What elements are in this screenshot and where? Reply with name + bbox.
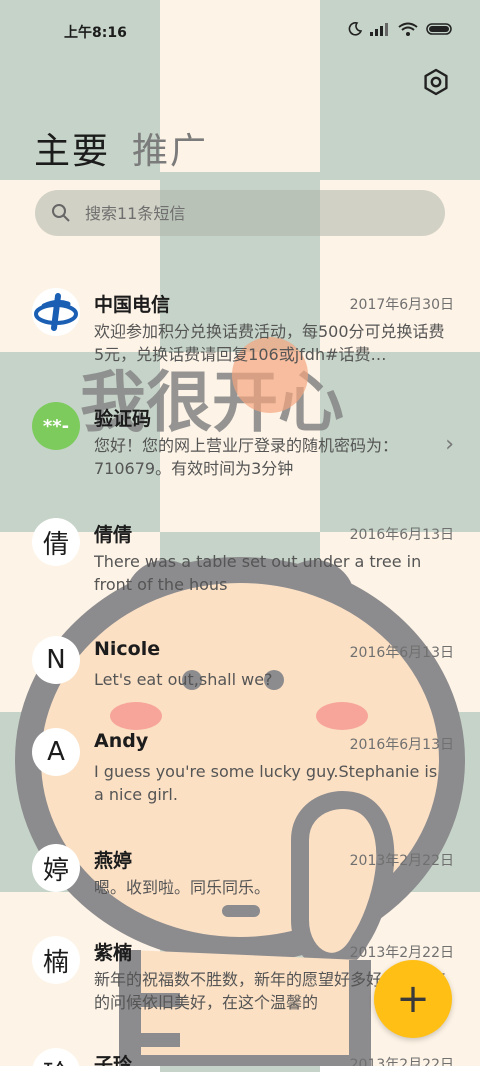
avatar: N: [32, 636, 80, 684]
message-preview: I guess you're some lucky guy.Stephanie …: [94, 762, 438, 804]
message-date: 2016年6月13日: [349, 737, 454, 753]
do-not-disturb-moon-icon: [348, 22, 362, 36]
china-telecom-logo-icon: [32, 288, 80, 336]
plus-icon: +: [396, 976, 430, 1022]
conversation-row[interactable]: A Andy 2016年6月13日 I guess you're some lu…: [0, 726, 480, 836]
contact-name: 燕婷: [94, 850, 133, 872]
avatar: 倩: [32, 518, 80, 566]
avatar: [32, 288, 80, 336]
message-date: 2013年2月22日: [349, 853, 454, 869]
message-date: 2017年6月30日: [349, 297, 454, 313]
conversation-row[interactable]: 倩 倩倩 2016年6月13日 There was a table set ou…: [0, 516, 480, 626]
search-icon: [52, 204, 70, 222]
tab-promotions[interactable]: 推广: [132, 122, 208, 174]
message-preview: 欢迎参加积分兑换话费活动，每500分可兑换话费5元，兑换话费请回复106或jfd…: [94, 322, 445, 364]
message-tabs: 主要 推广: [34, 122, 208, 174]
conversation-row[interactable]: **- 验证码 › 您好！您的网上营业厅登录的随机密码为：710679。有效时间…: [0, 400, 480, 510]
avatar: 婷: [32, 844, 80, 892]
message-date: 2013年2月22日: [349, 945, 454, 961]
search-bar[interactable]: [35, 190, 445, 236]
avatar: 楠: [32, 936, 80, 984]
message-preview: There was a table set out under a tree i…: [94, 552, 422, 594]
avatar: 玲: [32, 1048, 80, 1066]
contact-name: 中国电信: [94, 294, 171, 316]
conversation-row[interactable]: 中国电信 2017年6月30日 欢迎参加积分兑换话费活动，每500分可兑换话费5…: [0, 286, 480, 396]
contact-name: 倩倩: [94, 524, 133, 546]
contact-name: 紫楠: [94, 942, 133, 964]
signal-icon: [370, 23, 388, 36]
message-preview: 嗯。收到啦。同乐同乐。: [94, 878, 271, 897]
status-bar: 上午8:16: [0, 0, 480, 62]
contact-name: Andy: [94, 730, 149, 752]
settings-gear-icon[interactable]: [422, 68, 450, 96]
conversation-row[interactable]: 玲 子玲 2013年2月22日: [0, 1046, 480, 1066]
tab-primary[interactable]: 主要: [34, 122, 110, 174]
new-message-button[interactable]: +: [374, 960, 452, 1038]
avatar: **-: [32, 402, 80, 450]
message-preview: 您好！您的网上营业厅登录的随机密码为：710679。有效时间为3分钟: [94, 436, 399, 478]
wifi-icon: [398, 22, 418, 36]
contact-name: Nicole: [94, 638, 161, 660]
status-time: 上午8:16: [64, 25, 127, 41]
message-date: 2016年6月13日: [349, 527, 454, 543]
status-icons: [348, 22, 454, 36]
search-input[interactable]: [83, 202, 417, 224]
contact-name: 子玲: [94, 1054, 133, 1066]
message-date: 2013年2月22日: [349, 1057, 454, 1066]
message-preview: Let's eat out,shall we?: [94, 670, 273, 689]
battery-icon: [426, 23, 452, 35]
contact-name: 验证码: [94, 408, 152, 430]
message-date: 2016年6月13日: [349, 645, 454, 661]
avatar: A: [32, 728, 80, 776]
